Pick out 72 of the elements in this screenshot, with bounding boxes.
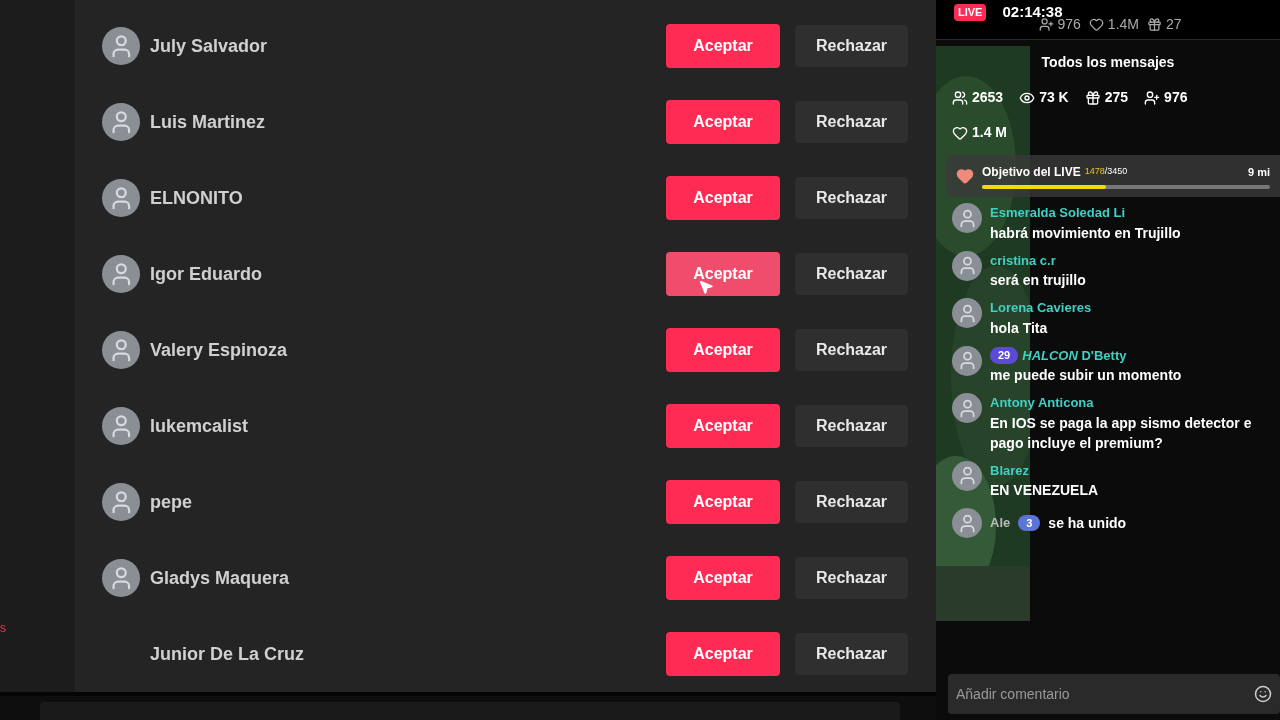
user-name: Antony Anticona (990, 394, 1094, 412)
reject-button[interactable]: Rechazar (795, 329, 908, 371)
user-name: Lorena Cavieres (990, 299, 1092, 317)
gift-icon (1147, 17, 1162, 32)
comment-input[interactable]: Añadir comentario (956, 683, 1254, 705)
accept-button[interactable]: Aceptar (666, 252, 780, 296)
avatar (102, 255, 140, 293)
reject-button[interactable]: Rechazar (795, 481, 908, 523)
reject-button[interactable]: Rechazar (795, 633, 908, 675)
chat-message: será en trujillo (990, 271, 1086, 290)
user-name: ELNONITO (150, 186, 244, 210)
reject-button[interactable]: Rechazar (795, 405, 908, 447)
avatar (102, 407, 140, 445)
accept-button[interactable]: Aceptar (666, 632, 780, 676)
avatar (102, 179, 140, 217)
gift-icon (1084, 89, 1101, 106)
accept-button[interactable]: Aceptar (666, 556, 780, 600)
user-name: Junior De La Cruz (150, 642, 306, 666)
add-person-icon (1144, 89, 1161, 106)
chat-message: En IOS se paga la app sismo detector e pago incluye el premium? (990, 413, 1253, 453)
chat-message: me puede subir un momento (990, 366, 1182, 385)
comment-field[interactable]: Añadir comentario (948, 674, 1280, 714)
user-name: Ale (990, 514, 1011, 533)
accept-button[interactable]: Aceptar (666, 404, 780, 448)
stat-value: 976 (1164, 88, 1188, 107)
user-name: Luis Martinez (150, 110, 266, 134)
user-name: July Salvador (150, 34, 269, 58)
reject-button[interactable]: Rechazar (795, 253, 908, 295)
emoji-icon[interactable] (1254, 685, 1272, 703)
user-name: pepe (150, 490, 193, 514)
avatar (102, 27, 140, 65)
reject-button[interactable]: Rechazar (795, 557, 908, 599)
reject-button[interactable]: Rechazar (795, 177, 908, 219)
join-text: se ha unido (1048, 513, 1127, 533)
stat-value: 73 K (1039, 88, 1069, 107)
heart-icon (1088, 17, 1104, 32)
stat-value: 2653 (972, 88, 1004, 107)
accept-button[interactable]: Aceptar (666, 328, 780, 372)
user-name: Gladys Maquera (150, 566, 291, 590)
avatar (102, 559, 140, 597)
chat-message: habrá movimiento en Trujillo (990, 223, 1181, 243)
chat-message: hola Tita (990, 318, 1049, 338)
accept-button[interactable]: Aceptar (666, 480, 780, 524)
user-name: Blarez (990, 461, 1030, 480)
user-name: Valery Espinoza (150, 338, 289, 362)
stat-value: 1.4 M (972, 123, 1007, 142)
heart-icon (952, 124, 968, 141)
level-badge: 29 (990, 347, 1019, 364)
chat-message: EN VENEZUELA (990, 481, 1099, 500)
sidebar-label: s (0, 620, 6, 636)
user-name: cristina c.r (990, 251, 1056, 270)
user-name: HALCON D'Betty (1022, 346, 1127, 365)
live-badge: LIVE (954, 4, 987, 21)
people-icon (952, 89, 968, 106)
user-name: Esmeralda Soledad Li (990, 204, 1126, 222)
chat-title: Todos los mensajes (1041, 53, 1175, 72)
goal-time: 9 mi (1248, 164, 1270, 180)
accept-button[interactable]: Aceptar (666, 100, 780, 144)
avatar (102, 483, 140, 521)
add-person-icon (1038, 17, 1054, 32)
stat-value: 275 (1104, 88, 1129, 107)
user-name: lukemcalist (150, 414, 250, 438)
user-name: Igor Eduardo (150, 262, 263, 286)
stat-value: 27 (1166, 15, 1182, 34)
avatar (102, 331, 140, 369)
goal-label: Objetivo del LIVE (982, 164, 1081, 181)
reject-button[interactable]: Rechazar (795, 25, 908, 67)
accept-button[interactable]: Aceptar (666, 176, 780, 220)
stat-value: 1.4M (1107, 15, 1139, 34)
avatar (102, 103, 140, 141)
reject-button[interactable]: Rechazar (795, 101, 908, 143)
accept-button[interactable]: Aceptar (666, 24, 780, 68)
